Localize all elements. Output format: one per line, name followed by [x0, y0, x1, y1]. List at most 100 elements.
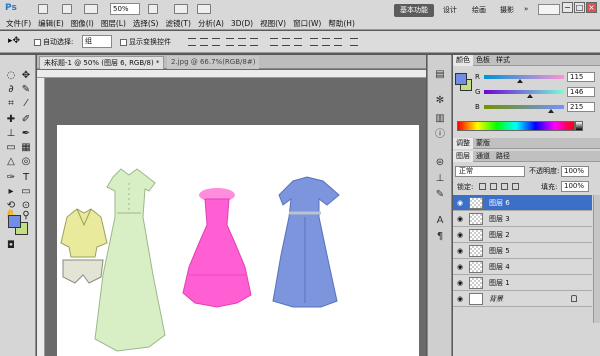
foreground-color-swatch[interactable] — [8, 215, 21, 228]
path-select-tool-icon[interactable]: ▸ — [4, 185, 18, 199]
background-layer-row[interactable]: ◉ 背景 — [453, 291, 592, 307]
green-slider[interactable] — [484, 90, 564, 94]
align-bottom-icon[interactable] — [212, 38, 220, 46]
show-transform-checkbox[interactable] — [120, 38, 127, 46]
menu-image[interactable]: 图像(I) — [71, 18, 94, 29]
layer-row[interactable]: ◉ 图层 4 — [453, 259, 592, 275]
brushes-panel-icon[interactable]: ⊜ — [434, 157, 446, 169]
align-top-icon[interactable] — [188, 38, 196, 46]
auto-select-option[interactable]: 自动选择: — [34, 37, 73, 47]
gradient-tool-icon[interactable]: ▦ — [19, 141, 33, 155]
history-panel-icon[interactable]: ▤ — [434, 69, 446, 81]
black-white-ramp[interactable] — [575, 121, 583, 131]
menu-file[interactable]: 文件(F) — [6, 18, 31, 29]
lock-all-icon[interactable] — [512, 183, 519, 190]
visibility-eye-icon[interactable]: ◉ — [456, 279, 464, 287]
menu-help[interactable]: 帮助(H) — [328, 18, 355, 29]
tab-color[interactable]: 颜色 — [453, 55, 473, 66]
type-tool-icon[interactable]: T — [19, 171, 33, 185]
clone-stamp-tool-icon[interactable]: ⊥ — [4, 127, 18, 141]
history-brush-tool-icon[interactable]: ✒ — [19, 127, 33, 141]
align-left-icon[interactable] — [226, 38, 234, 46]
paragraph-panel-icon[interactable]: ¶ — [434, 231, 446, 243]
green-slider-thumb[interactable] — [527, 94, 533, 98]
distribute-center-icon[interactable] — [282, 38, 290, 46]
layer-row[interactable]: ◉ 图层 5 — [453, 243, 592, 259]
layer-row[interactable]: ◉ 图层 1 — [453, 275, 592, 291]
layer-row[interactable]: ◉ 图层 6 — [453, 195, 592, 211]
opacity-input[interactable]: 100% — [561, 166, 589, 177]
menu-edit[interactable]: 编辑(E) — [38, 18, 64, 29]
visibility-eye-icon[interactable]: ◉ — [456, 247, 464, 255]
lock-position-icon[interactable] — [501, 183, 508, 190]
blue-slider-thumb[interactable] — [548, 109, 554, 113]
visibility-eye-icon[interactable]: ◉ — [456, 199, 464, 207]
minimize-icon[interactable]: − — [562, 2, 573, 13]
align-vertical-center-icon[interactable] — [200, 38, 208, 46]
quick-mask-icon[interactable]: ◘ — [4, 239, 18, 253]
visibility-eye-icon[interactable]: ◉ — [456, 295, 464, 303]
fill-input[interactable]: 100% — [561, 181, 589, 192]
lock-image-pixels-icon[interactable] — [490, 183, 497, 190]
zoom-tool-icon[interactable]: ⚲ — [19, 209, 33, 223]
mini-bridge-icon[interactable] — [62, 4, 72, 14]
navigator-panel-icon[interactable]: ✻ — [434, 95, 446, 107]
blend-mode-select[interactable]: 正常 — [455, 166, 525, 177]
maximize-icon[interactable]: □ — [574, 2, 585, 13]
tool-presets-panel-icon[interactable]: ✎ — [434, 189, 446, 201]
pen-tool-icon[interactable]: ✑ — [4, 171, 18, 185]
eyedropper-tool-icon[interactable]: ⁄ — [19, 97, 33, 111]
tab-untitled-1[interactable]: 未标题-1 @ 50% (图层 6, RGB/8) * — [39, 56, 165, 69]
hand-tool-icon[interactable] — [148, 4, 158, 14]
align-right-icon[interactable] — [250, 38, 258, 46]
auto-select-checkbox[interactable] — [34, 38, 41, 46]
layer-row[interactable]: ◉ 图层 3 — [453, 211, 592, 227]
crop-tool-icon[interactable]: ⌗ — [4, 97, 18, 111]
distribute-hcenter-icon[interactable] — [322, 38, 330, 46]
visibility-eye-icon[interactable]: ◉ — [456, 231, 464, 239]
brush-tool-icon[interactable]: ✐ — [19, 113, 33, 127]
menu-analysis[interactable]: 分析(A) — [198, 18, 224, 29]
view-extras-icon[interactable] — [84, 4, 98, 14]
menu-window[interactable]: 窗口(W) — [293, 18, 321, 29]
menu-3d[interactable]: 3D(D) — [231, 18, 253, 29]
blur-tool-icon[interactable]: △ — [4, 155, 18, 169]
tab-layers[interactable]: 图层 — [453, 151, 473, 162]
tab-paths[interactable]: 路径 — [493, 151, 513, 162]
tab-masks[interactable]: 蒙版 — [473, 138, 493, 149]
red-slider-thumb[interactable] — [517, 79, 523, 83]
layer-row[interactable]: ◉ 图层 2 — [453, 227, 592, 243]
blue-value-input[interactable]: 215 — [567, 102, 595, 112]
layers-scrollbar[interactable] — [593, 195, 600, 323]
distribute-left-icon[interactable] — [310, 38, 318, 46]
tab-adjustments[interactable]: 调整 — [453, 138, 473, 149]
distribute-top-icon[interactable] — [270, 38, 278, 46]
visibility-eye-icon[interactable]: ◉ — [456, 263, 464, 271]
character-panel-icon[interactable]: A — [434, 215, 446, 227]
menu-select[interactable]: 选择(S) — [133, 18, 159, 29]
workspace-painting-link[interactable]: 绘画 — [472, 5, 486, 16]
tab-2-jpg[interactable]: 2.jpg @ 66.7%(RGB/8#) — [167, 56, 260, 69]
menu-view[interactable]: 视图(V) — [260, 18, 286, 29]
color-spectrum-bar[interactable] — [457, 121, 575, 131]
bridge-icon[interactable] — [38, 4, 48, 14]
search-input[interactable] — [538, 4, 560, 15]
arrange-documents-icon[interactable] — [174, 4, 188, 14]
shape-tool-icon[interactable]: ▭ — [19, 185, 33, 199]
eraser-tool-icon[interactable]: ▭ — [4, 141, 18, 155]
quick-select-tool-icon[interactable]: ✎ — [19, 83, 33, 97]
menu-layer[interactable]: 图层(L) — [101, 18, 126, 29]
histogram-panel-icon[interactable]: ▥ — [434, 113, 446, 125]
show-transform-option[interactable]: 显示变换控件 — [120, 37, 171, 47]
color-panel-foreground-swatch[interactable] — [455, 73, 467, 85]
workspace-design-link[interactable]: 设计 — [443, 5, 457, 16]
menu-filter[interactable]: 滤镜(T) — [166, 18, 191, 29]
close-icon[interactable]: × — [586, 2, 597, 13]
auto-align-icon[interactable] — [350, 38, 358, 46]
move-tool-icon[interactable]: ▸✥ — [8, 36, 20, 46]
zoom-select[interactable]: 50% — [110, 3, 140, 15]
green-value-input[interactable]: 146 — [567, 87, 595, 97]
canvas[interactable] — [57, 125, 419, 356]
screen-mode-icon[interactable] — [197, 4, 211, 14]
red-value-input[interactable]: 115 — [567, 72, 595, 82]
